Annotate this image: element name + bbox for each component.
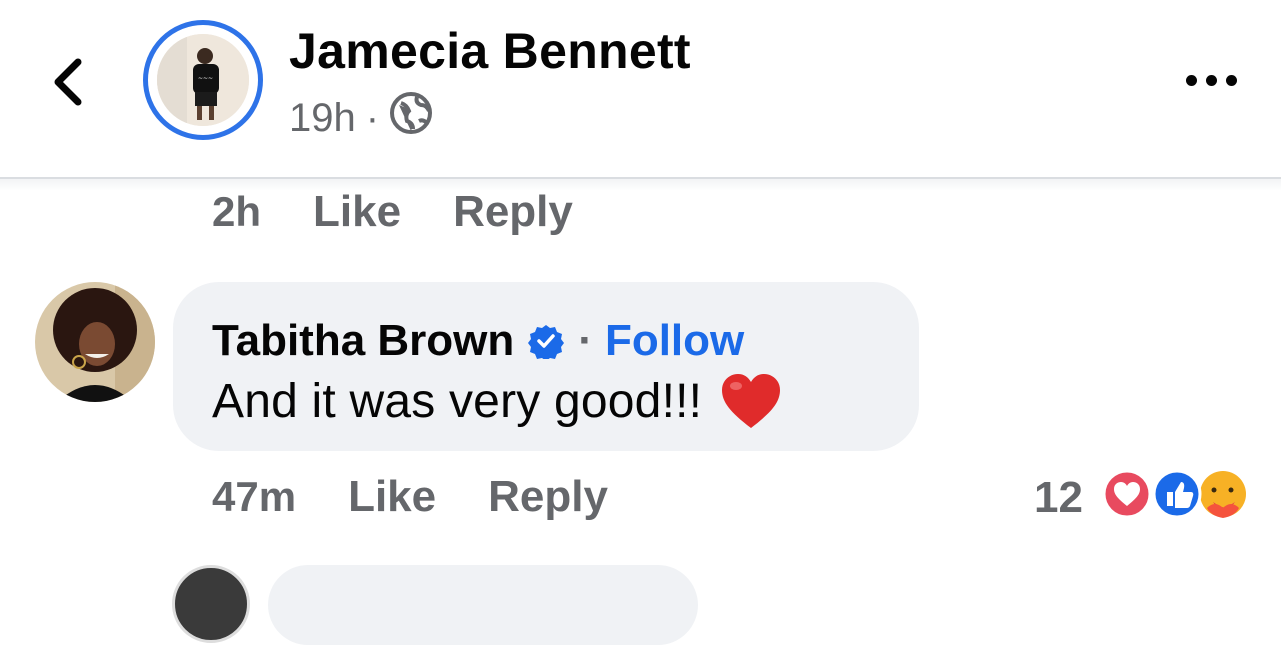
post-header: ~~~ Jamecia Bennett 19h · — [0, 0, 1281, 179]
globe-icon[interactable] — [389, 91, 433, 145]
care-reaction-icon — [1200, 471, 1246, 518]
svg-text:~~~: ~~~ — [198, 75, 213, 82]
like-button[interactable]: Like — [348, 472, 436, 522]
commenter-avatar[interactable] — [35, 282, 155, 402]
reply-button[interactable]: Reply — [488, 472, 608, 522]
scroll-shadow — [0, 179, 1281, 191]
comment-header: Tabitha Brown · Follow — [212, 316, 744, 366]
post-author-name[interactable]: Jamecia Bennett — [289, 22, 691, 80]
meta-separator: · — [365, 95, 380, 140]
next-comment-bubble — [268, 565, 698, 645]
next-commenter-avatar[interactable] — [172, 565, 250, 643]
author-avatar[interactable]: ~~~ — [143, 20, 263, 140]
comment-actions: 47m Like Reply — [212, 472, 608, 522]
verified-badge-icon — [528, 323, 565, 359]
follow-separator: · — [578, 316, 593, 365]
heart-emoji-icon — [720, 372, 782, 430]
post-time[interactable]: 19h — [289, 96, 356, 141]
commenter-name[interactable]: Tabitha Brown — [212, 316, 514, 366]
love-reaction-icon — [1102, 469, 1152, 519]
reply-button[interactable]: Reply — [453, 187, 573, 237]
more-horizontal-icon[interactable] — [1186, 68, 1238, 94]
previous-comment-actions: 2h Like Reply — [212, 187, 573, 237]
reaction-count[interactable]: 12 — [1034, 473, 1083, 523]
post-meta: 19h · — [289, 91, 433, 145]
comment-time[interactable]: 47m — [212, 473, 296, 521]
chevron-left-icon[interactable] — [44, 50, 94, 110]
comment-text: And it was very good!!! — [212, 374, 703, 428]
avatar-photo: ~~~ — [157, 34, 249, 126]
reaction-icons[interactable] — [1101, 468, 1251, 520]
like-button[interactable]: Like — [313, 187, 401, 237]
follow-button[interactable]: Follow — [605, 316, 744, 366]
previous-comment-time[interactable]: 2h — [212, 188, 261, 236]
comment-text-row: And it was very good!!! — [212, 372, 782, 430]
like-reaction-icon — [1152, 469, 1202, 519]
